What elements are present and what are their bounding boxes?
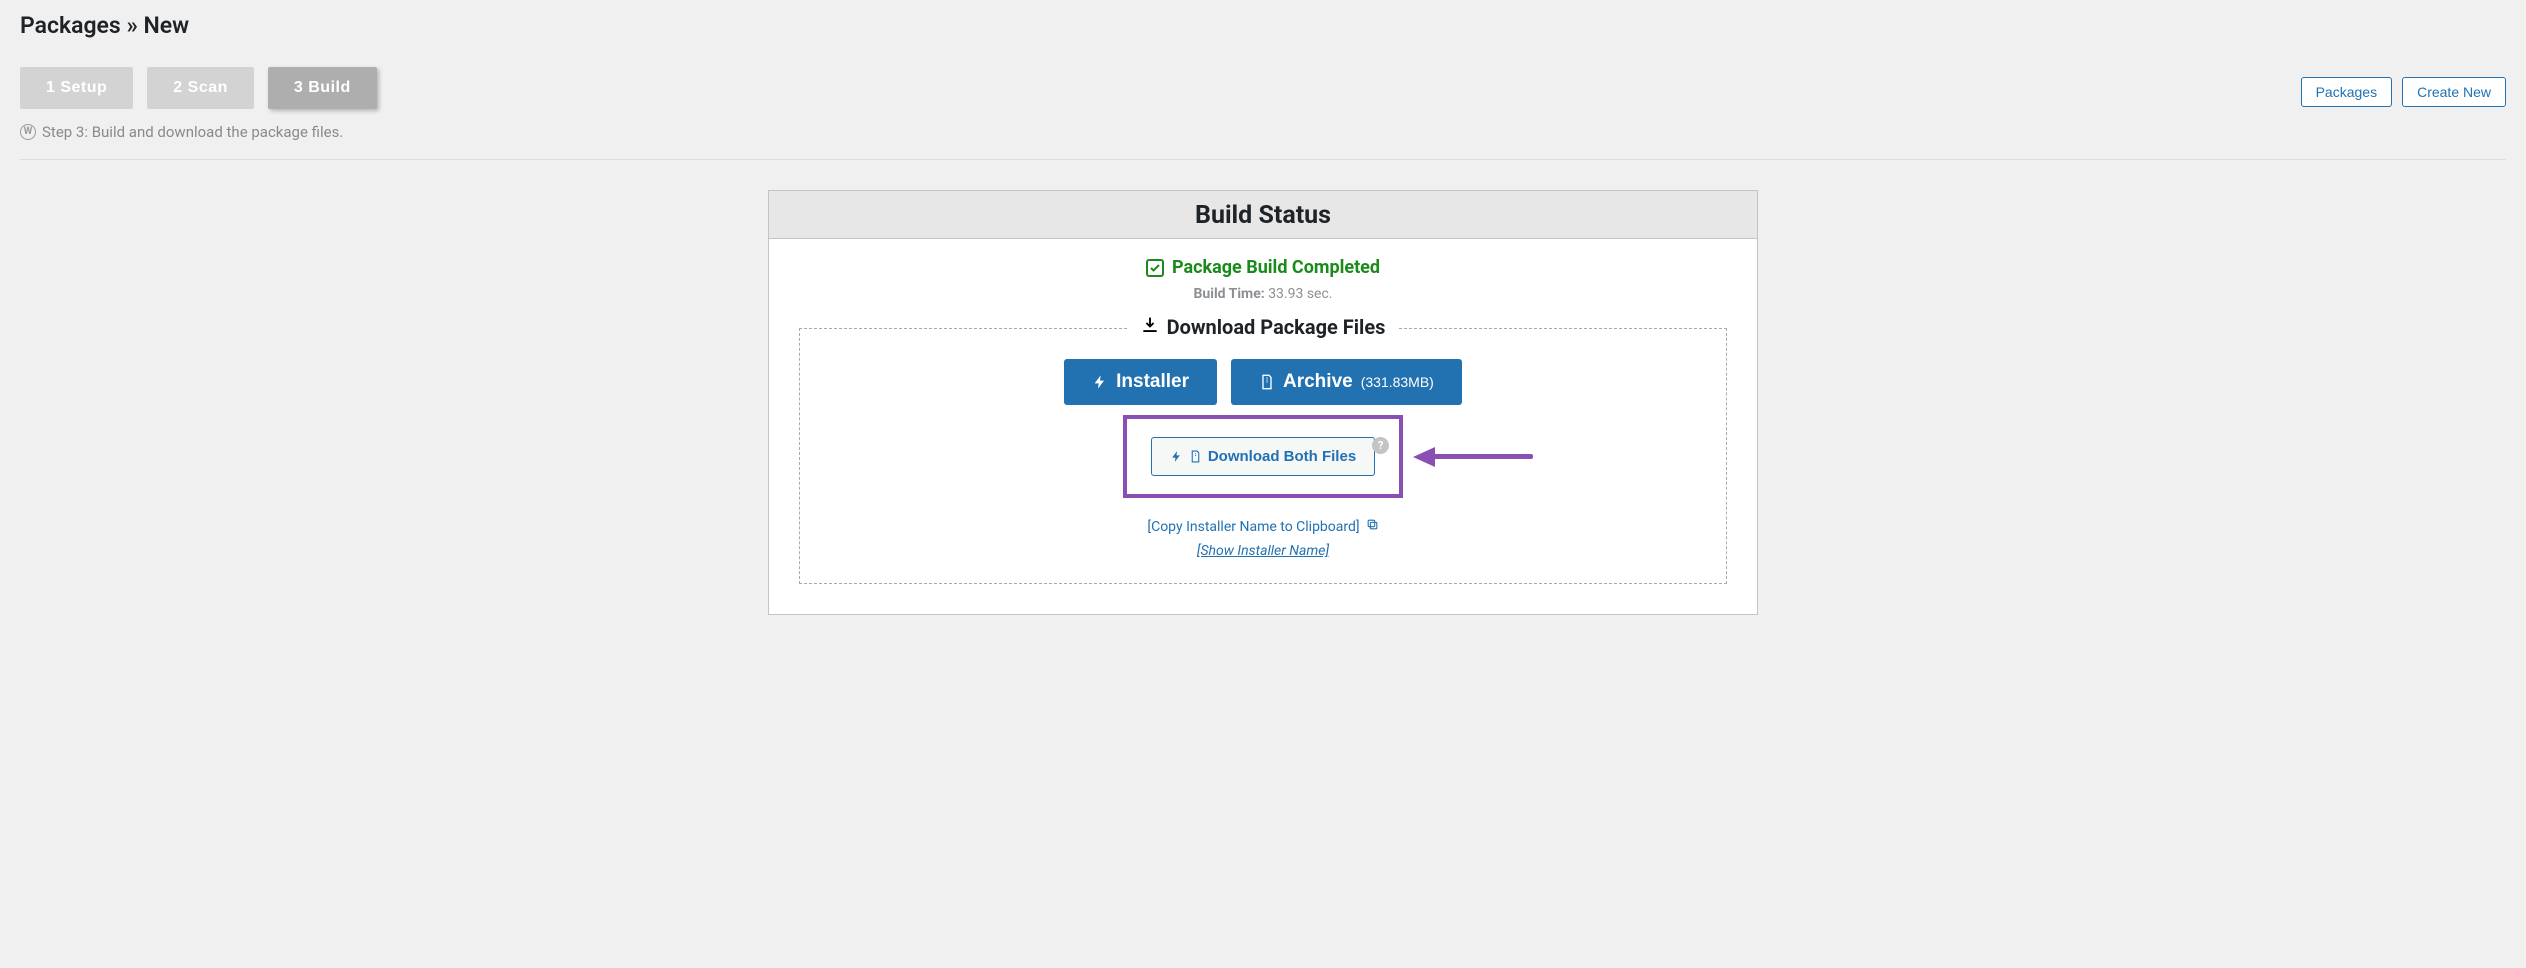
help-icon[interactable]: ?	[1372, 437, 1389, 454]
download-files-title: Download Package Files	[1127, 315, 1400, 339]
step-description-text: Step 3: Build and download the package f…	[42, 123, 343, 141]
page-title: Packages » New	[20, 0, 2506, 49]
archive-button[interactable]: Archive (331.83MB)	[1231, 359, 1462, 405]
copy-installer-line: [Copy Installer Name to Clipboard]	[820, 518, 1706, 535]
build-status-header: Build Status	[769, 191, 1757, 239]
build-time-label: Build Time:	[1194, 286, 1265, 302]
build-time: Build Time: 33.93 sec.	[799, 286, 1727, 302]
download-both-highlight: Download Both Files ?	[1123, 415, 1403, 498]
archive-icon	[1259, 374, 1275, 390]
build-completed-status: Package Build Completed	[799, 257, 1727, 278]
show-installer-line: [Show Installer Name]	[820, 543, 1706, 559]
copy-installer-link[interactable]: [Copy Installer Name to Clipboard]	[1147, 519, 1359, 535]
build-status-text: Package Build Completed	[1172, 257, 1380, 278]
bolt-icon	[1170, 450, 1183, 463]
step-setup[interactable]: 1 Setup	[20, 67, 133, 109]
download-files-title-text: Download Package Files	[1167, 315, 1386, 339]
wordpress-icon: W	[20, 124, 36, 140]
build-time-value: 33.93 sec.	[1268, 286, 1332, 302]
installer-button[interactable]: Installer	[1064, 359, 1217, 405]
installer-label: Installer	[1116, 371, 1189, 393]
step-description: W Step 3: Build and download the package…	[20, 123, 2506, 160]
archive-label: Archive	[1283, 371, 1353, 393]
bolt-icon	[1092, 374, 1108, 390]
archive-size: (331.83MB)	[1361, 374, 1434, 390]
packages-button[interactable]: Packages	[2301, 77, 2392, 107]
step-scan[interactable]: 2 Scan	[147, 67, 254, 109]
show-installer-link[interactable]: [Show Installer Name]	[1197, 543, 1329, 559]
download-both-button[interactable]: Download Both Files	[1151, 437, 1375, 476]
create-new-button[interactable]: Create New	[2402, 77, 2506, 107]
download-icon	[1141, 315, 1159, 339]
build-status-panel: Build Status Package Build Completed Bui…	[768, 190, 1758, 615]
copy-icon[interactable]	[1366, 518, 1379, 535]
download-both-label: Download Both Files	[1208, 448, 1356, 465]
step-tabs: 1 Setup 2 Scan 3 Build	[20, 67, 377, 109]
annotation-arrow	[1413, 447, 1533, 467]
archive-icon	[1189, 450, 1202, 463]
download-files-box: Download Package Files Installer Archive…	[799, 328, 1727, 584]
check-icon	[1146, 259, 1164, 277]
step-build[interactable]: 3 Build	[268, 67, 377, 109]
